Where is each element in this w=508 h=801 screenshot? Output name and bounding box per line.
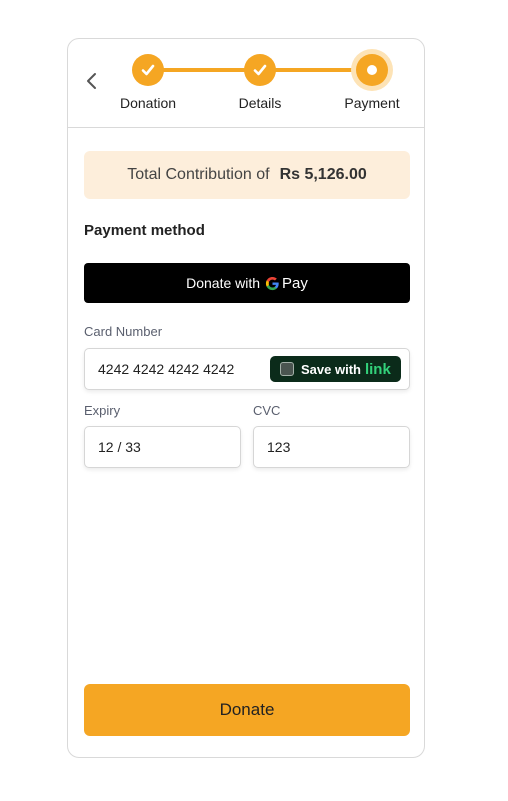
card-number-field[interactable]: 4242 4242 4242 4242 Save with link	[84, 348, 410, 390]
cvc-field[interactable]: 123	[253, 426, 410, 468]
step-donation-indicator	[132, 54, 164, 86]
save-with-label: Save with	[301, 361, 361, 377]
step-label-details: Details	[238, 95, 282, 111]
link-logo: link	[364, 360, 391, 378]
active-step-dot	[367, 65, 377, 75]
donate-button[interactable]: Donate	[84, 684, 410, 736]
google-pay-button[interactable]: Donate with Pay	[84, 263, 410, 303]
cvc-value: 123	[267, 439, 291, 455]
check-icon	[253, 64, 267, 76]
step-label-donation: Donation	[119, 95, 177, 111]
expiry-label: Expiry	[84, 403, 121, 418]
gpay-label: Donate with	[186, 275, 261, 291]
step-details-indicator	[244, 54, 276, 86]
payment-method-title: Payment method	[84, 222, 205, 239]
total-label: Total Contribution of	[127, 166, 270, 183]
card-number-label: Card Number	[84, 324, 163, 339]
gpay-brand: Pay	[282, 274, 308, 292]
total-contribution-banner: Total Contribution of Rs 5,126.00	[84, 151, 410, 199]
step-label-payment: Payment	[344, 95, 400, 111]
save-with-link-button[interactable]: Save with link	[270, 356, 401, 382]
check-icon	[141, 64, 155, 76]
total-amount: Rs 5,126.00	[279, 166, 367, 183]
card-number-value: 4242 4242 4242 4242	[98, 361, 235, 377]
cvc-label: CVC	[253, 403, 281, 418]
step-payment-indicator	[356, 54, 388, 86]
expiry-field[interactable]: 12 / 33	[84, 426, 241, 468]
chevron-left-icon[interactable]	[82, 69, 102, 93]
google-g-icon	[265, 276, 279, 290]
stepper: Donation Details Payment	[68, 39, 424, 128]
save-with-link-checkbox[interactable]	[280, 362, 294, 376]
donation-card: Donation Details Payment Total Contribut…	[67, 38, 425, 758]
expiry-value: 12 / 33	[98, 439, 141, 455]
